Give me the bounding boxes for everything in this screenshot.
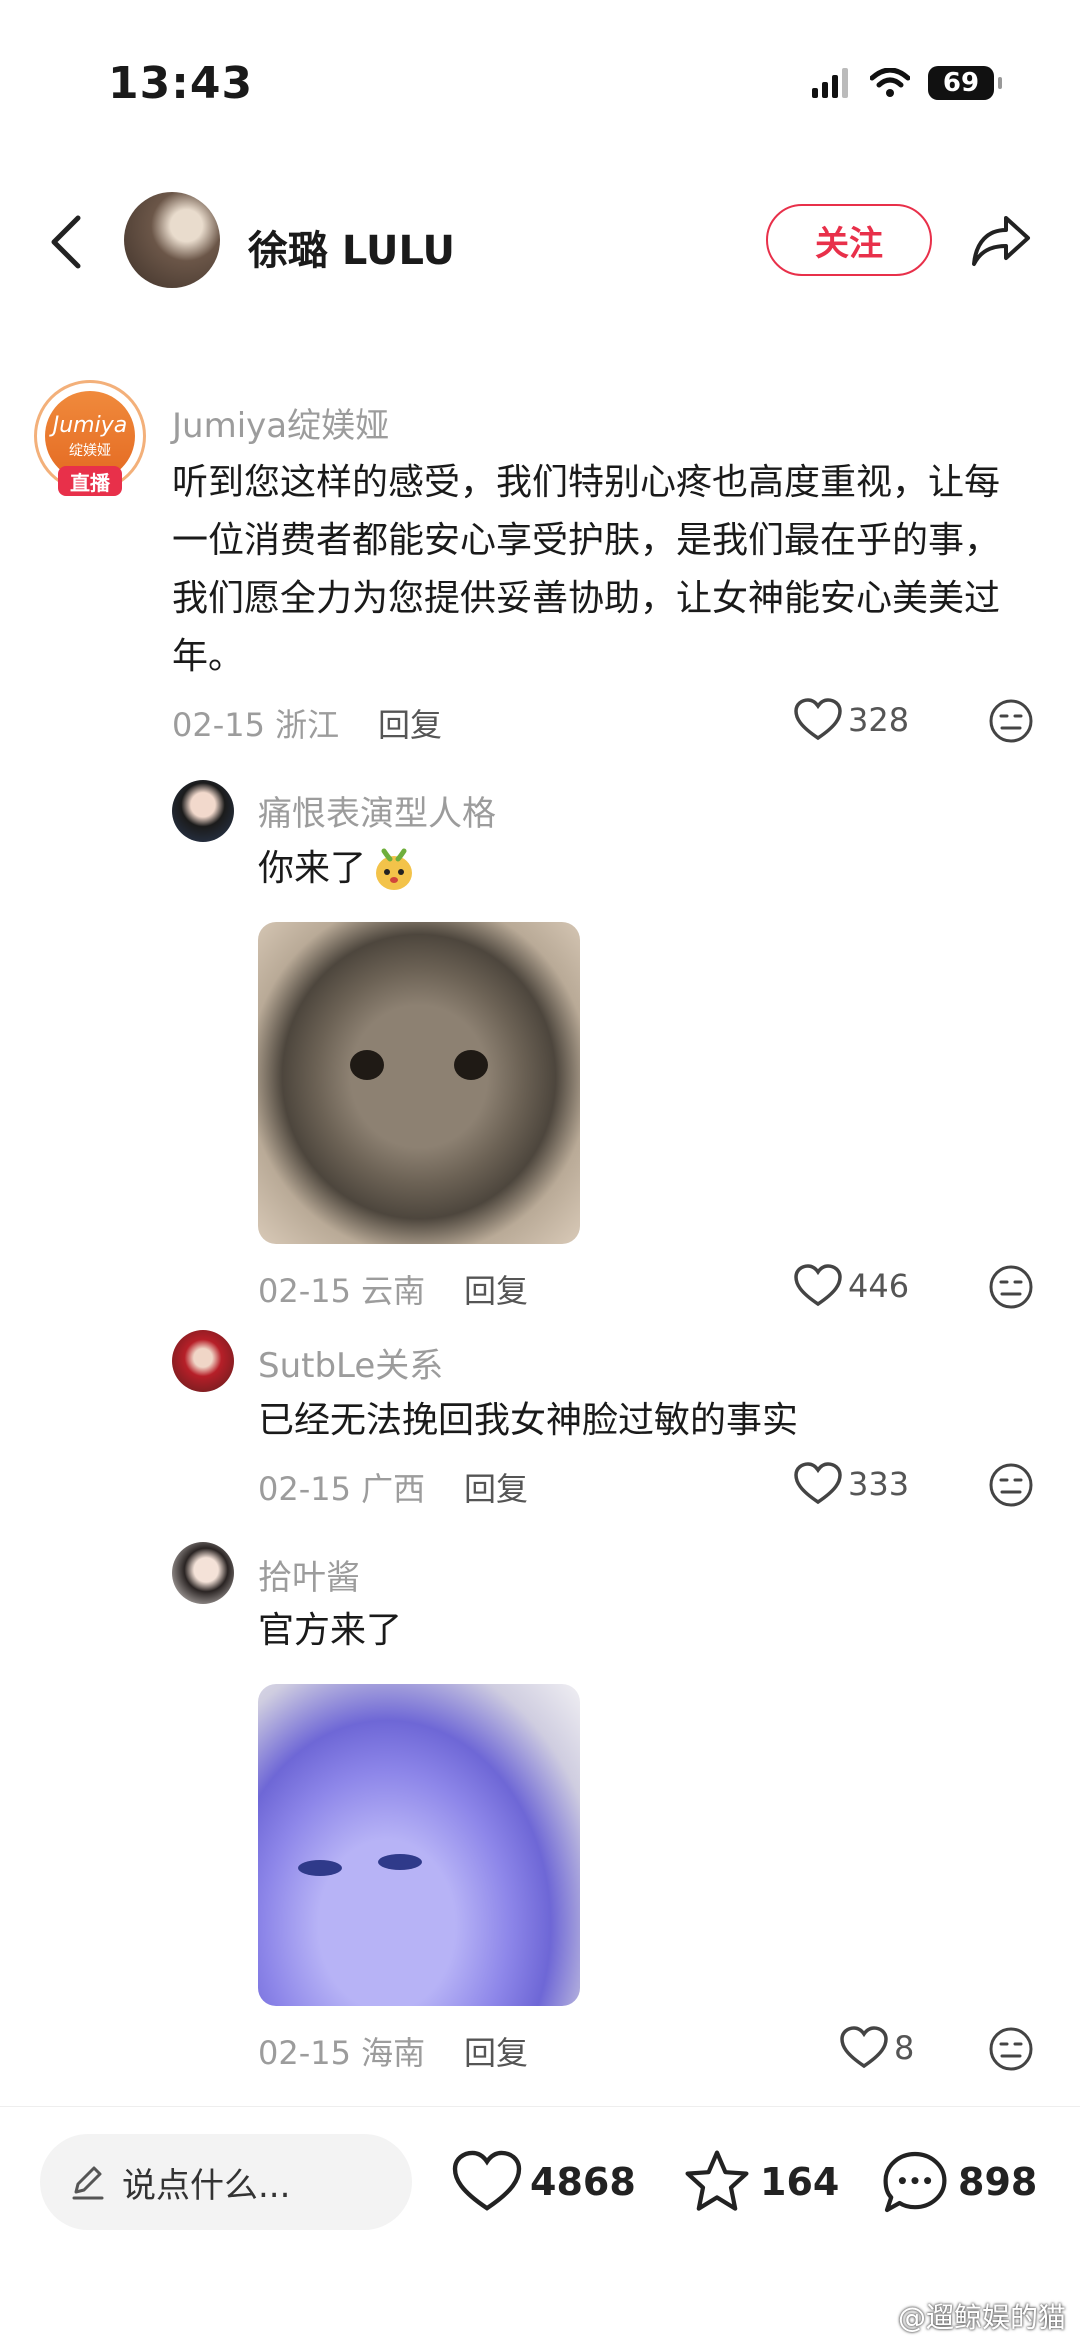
watermark: @遛鲸娱的猫	[897, 2301, 1066, 2334]
comment-location: 云南	[361, 1272, 426, 1310]
battery-indicator: 69	[928, 66, 1002, 100]
like-count: 328	[848, 701, 910, 739]
comment-count: 898	[958, 2160, 1038, 2204]
favorite-button[interactable]: 164	[682, 2148, 839, 2216]
reply-button[interactable]: 回复	[378, 700, 442, 746]
heart-icon	[794, 1462, 842, 1505]
post-like-button[interactable]: 4868	[452, 2150, 636, 2214]
cute-emoji-icon	[376, 848, 413, 890]
comment-meta: 02-15 云南	[258, 1266, 425, 1312]
comment-input[interactable]: 说点什么...	[40, 2134, 412, 2230]
comment-text: 已经无法挽回我女神脸过敏的事实	[258, 1400, 799, 1441]
heart-icon	[794, 1264, 842, 1307]
meh-emoji-icon[interactable]	[988, 2026, 1034, 2072]
back-icon[interactable]	[44, 212, 88, 272]
like-count: 8	[894, 2029, 915, 2067]
star-icon	[685, 2150, 749, 2211]
chat-bubble-icon	[883, 2151, 947, 2213]
wifi-icon	[870, 68, 910, 97]
status-icons: 69	[812, 66, 1002, 100]
like-count: 333	[848, 1465, 910, 1503]
comment-meta: 02-15 海南	[258, 2028, 425, 2074]
follow-button[interactable]: 关注	[766, 204, 932, 276]
heart-icon	[452, 2150, 522, 2211]
comment-location: 海南	[361, 2034, 426, 2072]
like-count: 446	[848, 1267, 910, 1305]
comment-text: 听到您这样的感受，我们特别心疼也高度重视，让每 一位消费者都能安心享受护肤，是我…	[172, 462, 1001, 677]
author-name[interactable]: 徐璐 LULU	[248, 218, 455, 276]
reply-button[interactable]: 回复	[464, 2028, 528, 2074]
comment-author[interactable]: Jumiya绽媄娅	[172, 398, 389, 447]
comment-author[interactable]: 拾叶酱	[258, 1550, 360, 1599]
user-avatar[interactable]	[172, 1542, 234, 1604]
signal-icon	[812, 68, 848, 98]
comment-location: 广西	[361, 1470, 426, 1508]
comment-date: 02-15	[172, 706, 265, 744]
like-button[interactable]: 333	[794, 1462, 909, 1506]
like-button[interactable]: 8	[840, 2026, 914, 2070]
reply-button[interactable]: 回复	[464, 1464, 528, 1510]
meh-emoji-icon[interactable]	[988, 698, 1034, 744]
like-button[interactable]: 328	[794, 698, 909, 742]
comment-image-cat[interactable]	[258, 922, 580, 1244]
favorite-count: 164	[760, 2160, 840, 2204]
heart-icon	[840, 2026, 888, 2069]
comment-location: 浙江	[275, 706, 340, 744]
bottom-divider	[0, 2106, 1080, 2107]
status-time: 13:43	[108, 58, 254, 109]
share-icon[interactable]	[970, 212, 1032, 268]
user-avatar[interactable]	[172, 780, 234, 842]
reply-button[interactable]: 回复	[464, 1266, 528, 1312]
meh-emoji-icon[interactable]	[988, 1462, 1034, 1508]
author-avatar[interactable]	[124, 192, 220, 288]
comment-author[interactable]: 痛恨表演型人格	[258, 786, 496, 835]
comment-text: 你来了	[258, 840, 416, 898]
comment-date: 02-15	[258, 1470, 351, 1508]
comment-meta: 02-15 浙江	[172, 700, 339, 746]
comment-date: 02-15	[258, 2034, 351, 2072]
comment-date: 02-15	[258, 1272, 351, 1310]
pencil-icon	[72, 2166, 104, 2200]
comment-count-button[interactable]: 898	[880, 2148, 1037, 2216]
comment-author[interactable]: SutbLe关系	[258, 1338, 443, 1387]
live-badge[interactable]: 直播	[58, 466, 122, 496]
comment-meta: 02-15 广西	[258, 1464, 425, 1510]
comment-text: 官方来了	[258, 1610, 403, 1651]
user-avatar[interactable]	[172, 1330, 234, 1392]
meh-emoji-icon[interactable]	[988, 1264, 1034, 1310]
heart-icon	[794, 698, 842, 741]
comment-input-placeholder: 说点什么...	[122, 2165, 291, 2206]
post-like-count: 4868	[530, 2160, 636, 2204]
like-button[interactable]: 446	[794, 1264, 909, 1308]
comment-image-cat[interactable]	[258, 1684, 580, 2006]
